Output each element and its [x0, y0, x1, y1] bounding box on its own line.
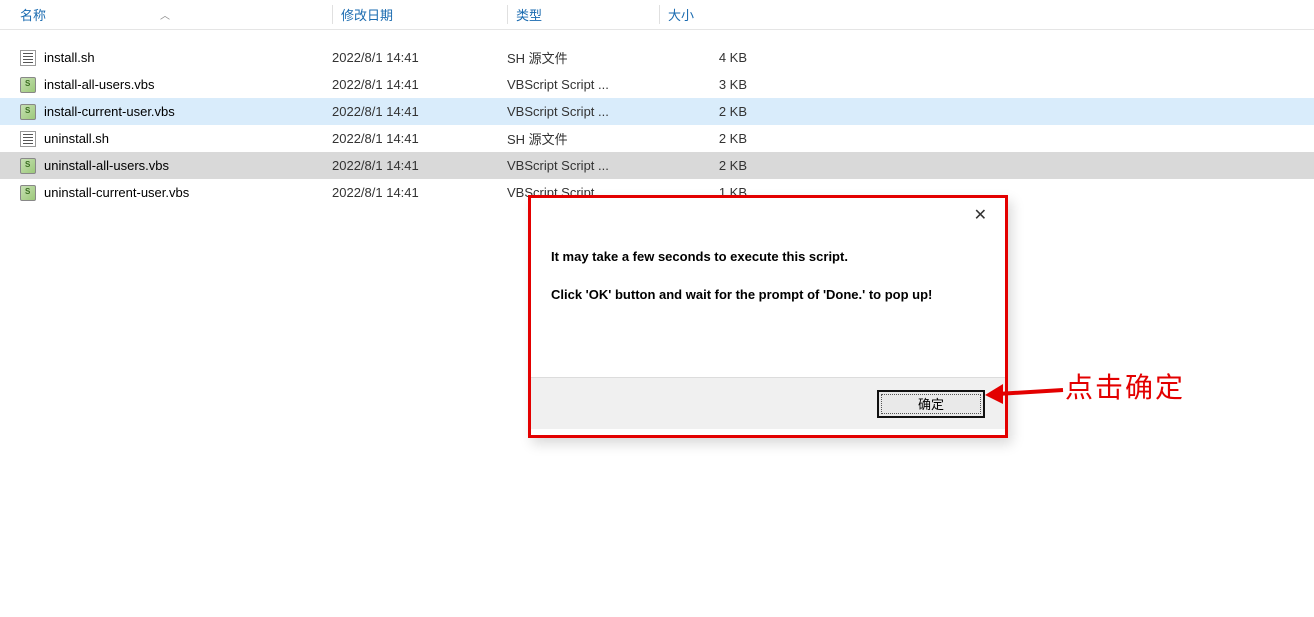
file-size-cell: 2 KB	[659, 104, 763, 119]
file-row[interactable]: uninstall.sh 2022/8/1 14:41SH 源文件2 KB	[0, 125, 1314, 152]
dialog-titlebar: ✕	[531, 198, 1005, 232]
file-type-cell: VBScript Script ...	[507, 77, 659, 92]
file-name-cell: uninstall-current-user.vbs	[20, 185, 332, 201]
file-name-text: install-all-users.vbs	[44, 77, 155, 92]
dialog-body: It may take a few seconds to execute thi…	[531, 232, 1005, 377]
sh-file-icon	[20, 50, 36, 66]
dialog-text-line2: Click 'OK' button and wait for the promp…	[551, 286, 985, 304]
ok-button[interactable]: 确定	[877, 390, 985, 418]
vbs-file-icon	[20, 185, 36, 201]
column-label: 大小	[668, 5, 694, 24]
file-date-cell: 2022/8/1 14:41	[332, 131, 507, 146]
file-date-cell: 2022/8/1 14:41	[332, 158, 507, 173]
annotation-callout: 点击确定	[1065, 366, 1185, 406]
file-list: install.sh2022/8/1 14:41SH 源文件4 KBinstal…	[0, 30, 1314, 206]
file-name-text: install-current-user.vbs	[44, 104, 175, 119]
file-name-text: install.sh	[44, 50, 95, 65]
file-name-cell: install.sh	[20, 50, 332, 66]
file-date-cell: 2022/8/1 14:41	[332, 185, 507, 200]
file-type-cell: VBScript Script ...	[507, 158, 659, 173]
vbs-file-icon	[20, 77, 36, 93]
sh-file-icon	[20, 131, 36, 147]
file-name-cell: uninstall-all-users.vbs	[20, 158, 332, 174]
vbs-file-icon	[20, 104, 36, 120]
annotation-arrow-icon	[985, 370, 1065, 410]
column-header-date[interactable]: 修改日期	[332, 5, 507, 24]
file-size-cell: 3 KB	[659, 77, 763, 92]
column-header-name[interactable]: 名称 ︿	[20, 5, 332, 24]
file-row[interactable]: install-current-user.vbs 2022/8/1 14:41VB…	[0, 98, 1314, 125]
file-type-cell: VBScript Script ...	[507, 104, 659, 119]
file-type-cell: SH 源文件	[507, 129, 659, 148]
close-icon[interactable]: ✕	[968, 203, 993, 227]
message-dialog: ✕ It may take a few seconds to execute t…	[528, 195, 1008, 438]
column-header-row: 名称 ︿ 修改日期 类型 大小	[0, 0, 1314, 30]
file-name-cell: uninstall.sh	[20, 131, 332, 147]
sort-ascending-icon: ︿	[160, 7, 170, 22]
file-name-cell: install-all-users.vbs	[20, 77, 332, 93]
vbs-file-icon	[20, 158, 36, 174]
file-type-cell: SH 源文件	[507, 48, 659, 67]
file-row[interactable]: install-all-users.vbs 2022/8/1 14:41VBScr…	[0, 71, 1314, 98]
file-size-cell: 4 KB	[659, 50, 763, 65]
file-date-cell: 2022/8/1 14:41	[332, 77, 507, 92]
file-name-text: uninstall-current-user.vbs	[44, 185, 189, 200]
file-name-text: uninstall.sh	[44, 131, 109, 146]
file-name-cell: install-current-user.vbs	[20, 104, 332, 120]
file-size-cell: 2 KB	[659, 131, 763, 146]
column-label: 修改日期	[341, 5, 393, 24]
file-row[interactable]: uninstall-all-users.vbs 2022/8/1 14:41VBS…	[0, 152, 1314, 179]
column-label: 类型	[516, 5, 542, 24]
file-row[interactable]: install.sh 2022/8/1 14:41SH 源文件4 KB	[0, 44, 1314, 71]
file-date-cell: 2022/8/1 14:41	[332, 104, 507, 119]
file-name-text: uninstall-all-users.vbs	[44, 158, 169, 173]
column-header-type[interactable]: 类型	[507, 5, 659, 24]
column-label: 名称	[20, 5, 46, 24]
dialog-footer: 确定	[531, 377, 1005, 429]
column-header-size[interactable]: 大小	[659, 5, 763, 24]
file-size-cell: 2 KB	[659, 158, 763, 173]
file-date-cell: 2022/8/1 14:41	[332, 50, 507, 65]
dialog-text-line1: It may take a few seconds to execute thi…	[551, 248, 985, 266]
